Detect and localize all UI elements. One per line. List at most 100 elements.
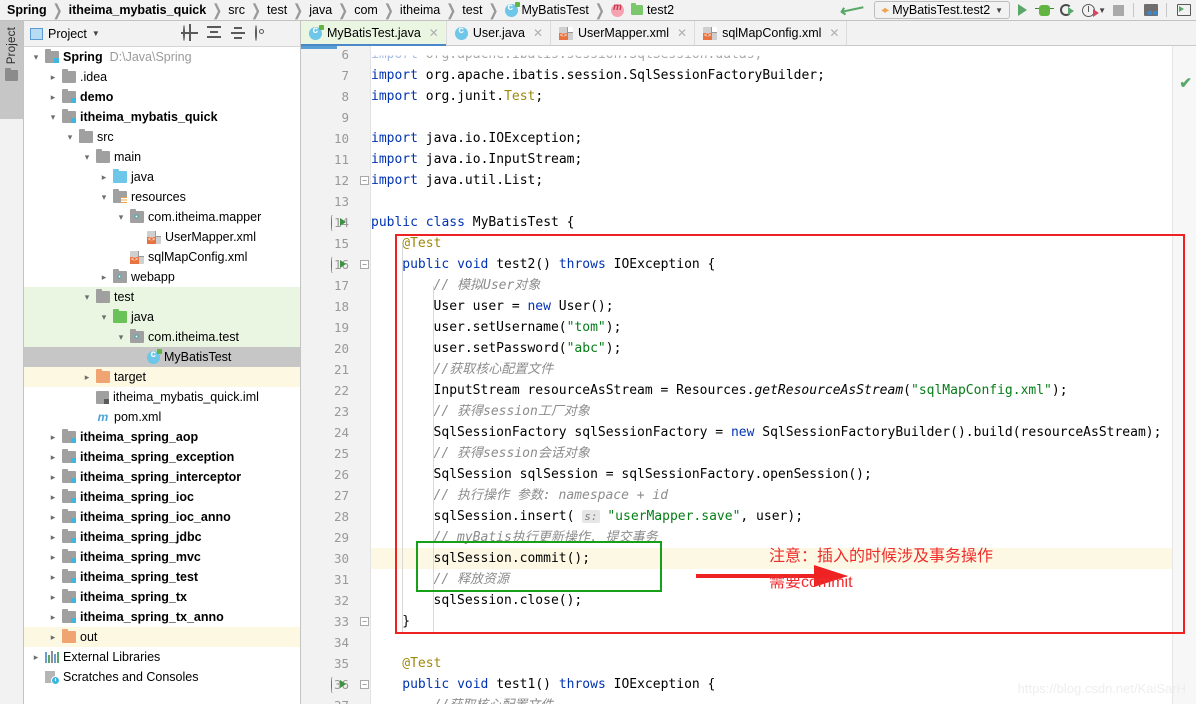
tree-item-test[interactable]: test [24, 287, 300, 307]
breadcrumb-item-mybatistest[interactable]: MyBatisTest [504, 0, 590, 20]
close-icon[interactable]: ✕ [429, 26, 439, 40]
tree-item-sqlmapconfig-xml[interactable]: sqlMapConfig.xml [24, 247, 300, 267]
tree-toggle-right-icon[interactable] [47, 72, 59, 83]
code-editor[interactable]: ✔ import org.apache.ibatis.session.SqlSe… [301, 46, 1196, 704]
tree-item-com-itheima-test[interactable]: com.itheima.test [24, 327, 300, 347]
tree-item--idea[interactable]: .idea [24, 67, 300, 87]
locate-icon[interactable] [183, 25, 198, 41]
inspection-ok-check-icon[interactable]: ✔ [1179, 74, 1192, 92]
breadcrumb-item-java[interactable]: java [308, 0, 333, 20]
debug-button[interactable] [1034, 1, 1054, 19]
tree-toggle-down-icon[interactable] [115, 212, 127, 223]
gear-icon[interactable] [255, 25, 270, 41]
tree-item-itheima-spring-test[interactable]: itheima_spring_test [24, 567, 300, 587]
tree-item-scratches-and-consoles[interactable]: Scratches and Consoles [24, 667, 300, 687]
tree-toggle-down-icon[interactable] [64, 132, 76, 143]
run-configuration-selector[interactable]: ◂▸ MyBatisTest.test2 ▼ [874, 1, 1011, 19]
tree-toggle-right-icon[interactable] [47, 92, 59, 103]
tree-toggle-down-icon[interactable] [81, 292, 93, 303]
run-test-gutter-icon[interactable] [331, 257, 346, 273]
tree-toggle-down-icon[interactable] [98, 192, 110, 203]
tree-item-java[interactable]: java [24, 307, 300, 327]
tree-toggle-right-icon[interactable] [81, 372, 93, 383]
fold-toggle-icon[interactable]: − [360, 617, 369, 626]
editor-tab-mybatistest-java[interactable]: MyBatisTest.java ✕ [301, 21, 447, 46]
run-with-coverage-button[interactable] [1056, 1, 1076, 19]
project-panel-title[interactable]: Project ▼ [30, 27, 100, 41]
tree-item-mybatistest[interactable]: MyBatisTest [24, 347, 300, 367]
tree-item-java[interactable]: java [24, 167, 300, 187]
fold-toggle-icon[interactable]: − [360, 260, 369, 269]
tree-toggle-down-icon[interactable] [98, 312, 110, 323]
editor-tab-user-java[interactable]: User.java ✕ [447, 21, 552, 45]
tree-toggle-right-icon[interactable] [30, 652, 42, 663]
back-arrow-icon[interactable]: ⟵ [838, 0, 866, 22]
breadcrumb-item-itheima-mybatis-quick[interactable]: itheima_mybatis_quick [68, 0, 208, 20]
tree-item-out[interactable]: out [24, 627, 300, 647]
run-test-gutter-icon[interactable] [331, 677, 346, 693]
tree-item-target[interactable]: target [24, 367, 300, 387]
code-content[interactable]: import org.apache.ibatis.session.SqlSess… [371, 46, 1172, 704]
tree-toggle-right-icon[interactable] [47, 472, 59, 483]
settings-button[interactable] [1174, 1, 1194, 19]
tree-item-src[interactable]: src [24, 127, 300, 147]
close-icon[interactable]: ✕ [829, 26, 839, 40]
tree-item-com-itheima-mapper[interactable]: com.itheima.mapper [24, 207, 300, 227]
tree-item-itheima-spring-mvc[interactable]: itheima_spring_mvc [24, 547, 300, 567]
tree-item-itheima-spring-tx[interactable]: itheima_spring_tx [24, 587, 300, 607]
tree-item-resources[interactable]: resources [24, 187, 300, 207]
tree-toggle-right-icon[interactable] [47, 512, 59, 523]
tree-item-itheima-spring-interceptor[interactable]: itheima_spring_interceptor [24, 467, 300, 487]
tree-toggle-right-icon[interactable] [98, 272, 110, 283]
editor-tab-usermapper-xml[interactable]: UserMapper.xml ✕ [551, 21, 696, 45]
breadcrumb-item-test[interactable]: test [266, 0, 288, 20]
tree-toggle-right-icon[interactable] [47, 572, 59, 583]
close-icon[interactable]: ✕ [533, 26, 543, 40]
breadcrumb-item-test[interactable]: test [461, 0, 483, 20]
tree-toggle-right-icon[interactable] [47, 612, 59, 623]
editor-right-gutter[interactable]: ✔ [1172, 46, 1196, 704]
breadcrumb-item-spring[interactable]: Spring [6, 0, 48, 20]
tree-item-itheima-spring-jdbc[interactable]: itheima_spring_jdbc [24, 527, 300, 547]
fold-toggle-icon[interactable]: − [360, 680, 369, 689]
close-icon[interactable]: ✕ [677, 26, 687, 40]
tree-item-usermapper-xml[interactable]: UserMapper.xml [24, 227, 300, 247]
fold-toggle-icon[interactable]: − [360, 176, 369, 185]
tree-item-main[interactable]: main [24, 147, 300, 167]
run-test-gutter-icon[interactable] [331, 215, 346, 231]
tree-toggle-right-icon[interactable] [98, 172, 110, 183]
tree-item-spring[interactable]: Spring D:\Java\Spring [24, 47, 300, 67]
tree-toggle-down-icon[interactable] [30, 52, 42, 63]
project-tree[interactable]: Spring D:\Java\Spring.idea demo itheima_myb… [24, 47, 300, 704]
breadcrumb-item-itheima[interactable]: itheima [399, 0, 441, 20]
tree-toggle-down-icon[interactable] [115, 332, 127, 343]
run-button[interactable] [1012, 1, 1032, 19]
tree-toggle-right-icon[interactable] [47, 492, 59, 503]
expand-all-icon[interactable] [207, 26, 222, 41]
stop-button[interactable] [1108, 1, 1128, 19]
tree-toggle-right-icon[interactable] [47, 432, 59, 443]
tree-item-itheima-spring-exception[interactable]: itheima_spring_exception [24, 447, 300, 467]
tree-item-pom-xml[interactable]: m pom.xml [24, 407, 300, 427]
tree-toggle-right-icon[interactable] [47, 552, 59, 563]
profile-button[interactable] [1078, 1, 1099, 19]
minimize-icon[interactable] [279, 26, 294, 41]
tree-toggle-right-icon[interactable] [47, 532, 59, 543]
tree-toggle-down-icon[interactable] [47, 112, 59, 123]
breadcrumb-item-com[interactable]: com [353, 0, 379, 20]
tree-item-itheima-mybatis-quick[interactable]: itheima_mybatis_quick [24, 107, 300, 127]
tree-toggle-right-icon[interactable] [47, 592, 59, 603]
tree-item-itheima-spring-tx-anno[interactable]: itheima_spring_tx_anno [24, 607, 300, 627]
tree-item-external-libraries[interactable]: External Libraries [24, 647, 300, 667]
tree-item-demo[interactable]: demo [24, 87, 300, 107]
code-folding-column[interactable] [357, 46, 371, 704]
project-structure-button[interactable] [1141, 1, 1161, 19]
tree-toggle-right-icon[interactable] [47, 632, 59, 643]
sidebar-item-project[interactable]: Project [0, 21, 23, 119]
editor-tab-sqlmapconfig-xml[interactable]: sqlMapConfig.xml ✕ [695, 21, 848, 45]
breadcrumb-item-test2[interactable]: test2 [610, 0, 675, 20]
tree-item-itheima-mybatis-quick-iml[interactable]: itheima_mybatis_quick.iml [24, 387, 300, 407]
tree-item-webapp[interactable]: webapp [24, 267, 300, 287]
tree-toggle-down-icon[interactable] [81, 152, 93, 163]
breadcrumb-item-src[interactable]: src [227, 0, 246, 20]
